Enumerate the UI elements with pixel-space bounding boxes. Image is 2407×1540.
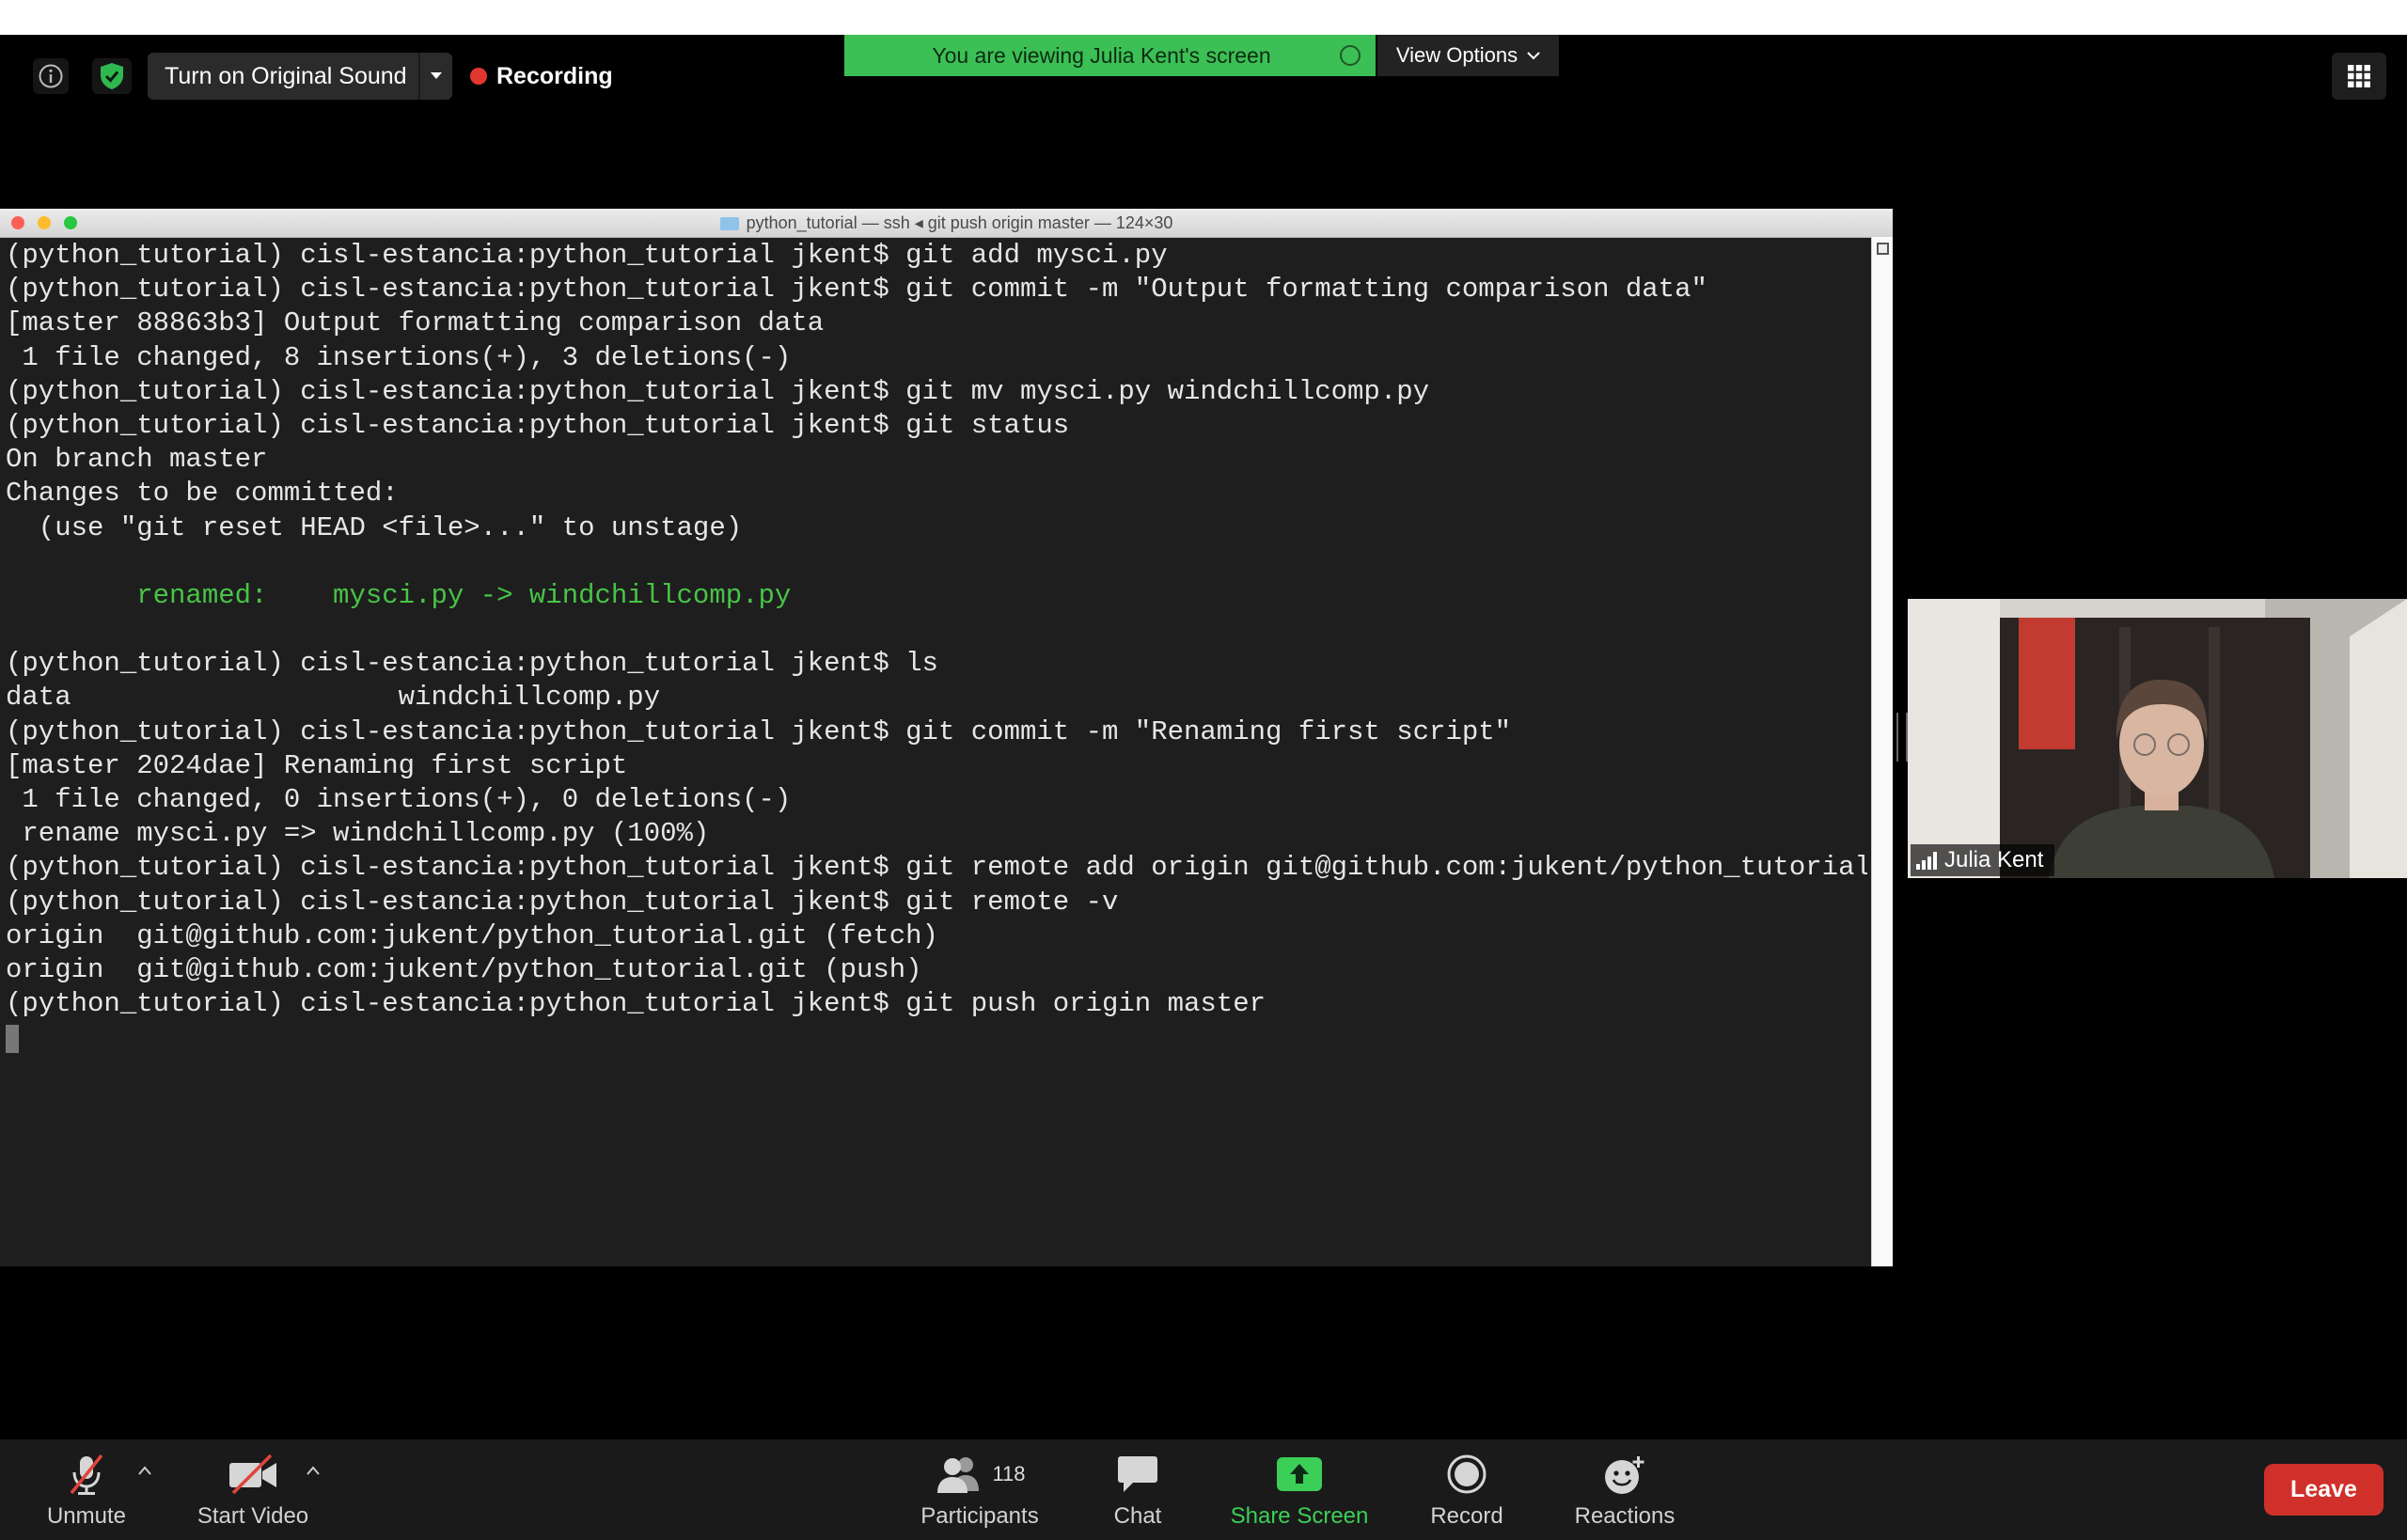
recording-dot-icon	[470, 68, 487, 85]
start-video-label: Start Video	[197, 1502, 309, 1529]
grid-icon	[2348, 65, 2370, 87]
terminal-line: (python_tutorial) cisl-estancia:python_t…	[6, 274, 1707, 306]
terminal-title-wrap: python_tutorial — ssh ◂ git push origin …	[0, 209, 1893, 237]
view-options-button[interactable]: View Options	[1377, 35, 1559, 76]
terminal-line: (python_tutorial) cisl-estancia:python_t…	[6, 648, 938, 680]
participant-name-tag: Julia Kent	[1911, 844, 2055, 876]
start-video-button[interactable]: Start Video	[184, 1439, 322, 1540]
unmute-label: Unmute	[46, 1502, 127, 1529]
record-icon	[1447, 1454, 1487, 1493]
recording-indicator[interactable]: Recording	[470, 58, 613, 94]
audio-options-caret-icon[interactable]	[137, 1460, 152, 1482]
original-sound-button[interactable]: Turn on Original Sound	[148, 53, 452, 100]
terminal-line: [master 2024dae] Renaming first script	[6, 749, 628, 781]
participant-name: Julia Kent	[1944, 847, 2044, 872]
info-icon	[39, 64, 63, 88]
terminal-line: rename mysci.py => windchillcomp.py (100…	[6, 818, 710, 850]
view-options-label: View Options	[1395, 43, 1518, 67]
participant-video[interactable]	[1908, 599, 2407, 878]
participants-count: 118	[992, 1461, 1026, 1485]
participant-video-image	[1908, 599, 2407, 878]
terminal-titlebar: python_tutorial — ssh ◂ git push origin …	[0, 209, 1893, 238]
original-sound-label: Turn on Original Sound	[165, 62, 407, 89]
meeting-info-button[interactable]	[33, 58, 69, 94]
terminal-line: 1 file changed, 0 insertions(+), 0 delet…	[6, 784, 792, 815]
reactions-label: Reactions	[1574, 1502, 1675, 1529]
folder-icon	[719, 217, 739, 230]
chat-button[interactable]: Chat	[1100, 1439, 1175, 1540]
terminal-line: (python_tutorial) cisl-estancia:python_t…	[6, 409, 1070, 441]
terminal-line: origin git@github.com:jukent/python_tuto…	[6, 919, 938, 951]
emoji-plus-icon	[1605, 1455, 1644, 1494]
recording-label: Recording	[496, 62, 613, 89]
viewing-screen-text: You are viewing Julia Kent's screen	[932, 42, 1271, 68]
leave-button[interactable]: Leave	[2264, 1464, 2383, 1516]
scroll-split-icon	[1877, 243, 1889, 255]
reactions-button[interactable]: Reactions	[1566, 1439, 1683, 1540]
terminal-cursor	[6, 1025, 19, 1054]
terminal-scrollbar[interactable]	[1871, 237, 1893, 1266]
terminal-output: (python_tutorial) cisl-estancia:python_t…	[6, 239, 1867, 1264]
terminal-line: origin git@github.com:jukent/python_tuto…	[6, 953, 922, 985]
top-white-strip	[0, 0, 2407, 35]
shared-terminal-window: python_tutorial — ssh ◂ git push origin …	[0, 209, 1893, 1266]
record-button[interactable]: Record	[1422, 1439, 1512, 1540]
signal-strength-icon	[1916, 851, 1937, 870]
viewing-screen-banner: You are viewing Julia Kent's screen	[844, 35, 1376, 76]
caret-down-icon	[431, 72, 442, 79]
microphone-muted-icon	[70, 1454, 103, 1495]
participants-button[interactable]: 118 Participants	[908, 1439, 1051, 1540]
terminal-line: 1 file changed, 8 insertions(+), 3 delet…	[6, 341, 792, 373]
share-screen-icon	[1277, 1456, 1322, 1491]
participants-label: Participants	[920, 1502, 1039, 1529]
terminal-line: renamed: mysci.py -> windchillcomp.py	[6, 579, 792, 611]
terminal-line: On branch master	[6, 444, 268, 476]
chat-bubble-icon	[1118, 1455, 1157, 1492]
terminal-title: python_tutorial — ssh ◂ git push origin …	[746, 213, 1173, 232]
security-button[interactable]	[92, 58, 132, 94]
terminal-line: (python_tutorial) cisl-estancia:python_t…	[6, 240, 1168, 271]
record-label: Record	[1430, 1502, 1503, 1529]
terminal-line: Changes to be committed:	[6, 478, 399, 510]
terminal-line: (use "git reset HEAD <file>..." to unsta…	[6, 511, 743, 543]
terminal-line: (python_tutorial) cisl-estancia:python_t…	[6, 375, 1430, 407]
terminal-line: data windchillcomp.py	[6, 682, 661, 714]
original-sound-dropdown[interactable]	[418, 53, 452, 100]
terminal-line: (python_tutorial) cisl-estancia:python_t…	[6, 852, 1867, 884]
share-screen-button[interactable]: Share Screen	[1226, 1439, 1373, 1540]
chat-label: Chat	[1113, 1502, 1162, 1529]
terminal-line: (python_tutorial) cisl-estancia:python_t…	[6, 988, 1266, 1020]
share-screen-label: Share Screen	[1230, 1502, 1369, 1529]
shield-check-icon	[101, 63, 123, 89]
video-options-caret-icon[interactable]	[306, 1460, 321, 1482]
gallery-view-button[interactable]	[2332, 53, 2386, 100]
video-camera-off-icon	[229, 1454, 276, 1494]
terminal-line: (python_tutorial) cisl-estancia:python_t…	[6, 886, 1119, 918]
meeting-toolbar: Unmute Start Video 118 Participants Chat…	[0, 1439, 2407, 1540]
terminal-line: [master 88863b3] Output formatting compa…	[6, 307, 825, 339]
terminal-line: (python_tutorial) cisl-estancia:python_t…	[6, 715, 1512, 747]
ring-icon	[1340, 45, 1361, 66]
split-view-handle[interactable]	[1896, 713, 1908, 762]
unmute-button[interactable]: Unmute	[38, 1439, 135, 1540]
chevron-down-icon	[1527, 52, 1540, 60]
participants-icon	[937, 1456, 980, 1493]
